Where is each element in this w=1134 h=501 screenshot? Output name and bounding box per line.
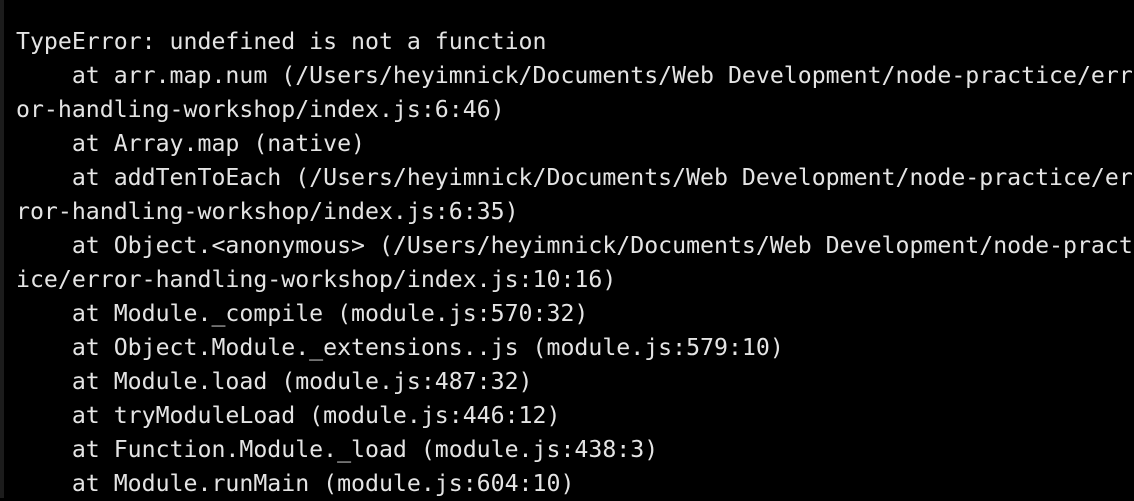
stack-trace-line: at addTenToEach (/Users/heyimnick/Docume… bbox=[16, 164, 1133, 191]
stack-trace-line: at Module._compile (module.js:570:32) bbox=[16, 300, 589, 327]
stack-trace-line: at Object.Module._extensions..js (module… bbox=[16, 334, 784, 361]
stack-trace-line: ice/error-handling-workshop/index.js:10:… bbox=[16, 266, 617, 293]
stack-trace-line: at Array.map (native) bbox=[16, 130, 366, 157]
stack-trace-line: or-handling-workshop/index.js:6:46) bbox=[16, 96, 505, 123]
stack-trace-line: at Module.load (module.js:487:32) bbox=[16, 368, 533, 395]
stack-trace-line: ror-handling-workshop/index.js:6:35) bbox=[16, 198, 519, 225]
stack-trace-line: at Object.<anonymous> (/Users/heyimnick/… bbox=[16, 232, 1133, 259]
stack-trace-line: at Function.Module._load (module.js:438:… bbox=[16, 436, 659, 463]
stack-trace-line: at Module.runMain (module.js:604:10) bbox=[16, 470, 575, 497]
stack-trace-line: at arr.map.num (/Users/heyimnick/Documen… bbox=[16, 62, 1133, 89]
stack-trace-line: at tryModuleLoad (module.js:446:12) bbox=[16, 402, 561, 429]
error-message: TypeError: undefined is not a function bbox=[16, 28, 547, 55]
window-edge bbox=[0, 0, 4, 498]
terminal-output[interactable]: TypeError: undefined is not a function a… bbox=[16, 25, 1134, 501]
